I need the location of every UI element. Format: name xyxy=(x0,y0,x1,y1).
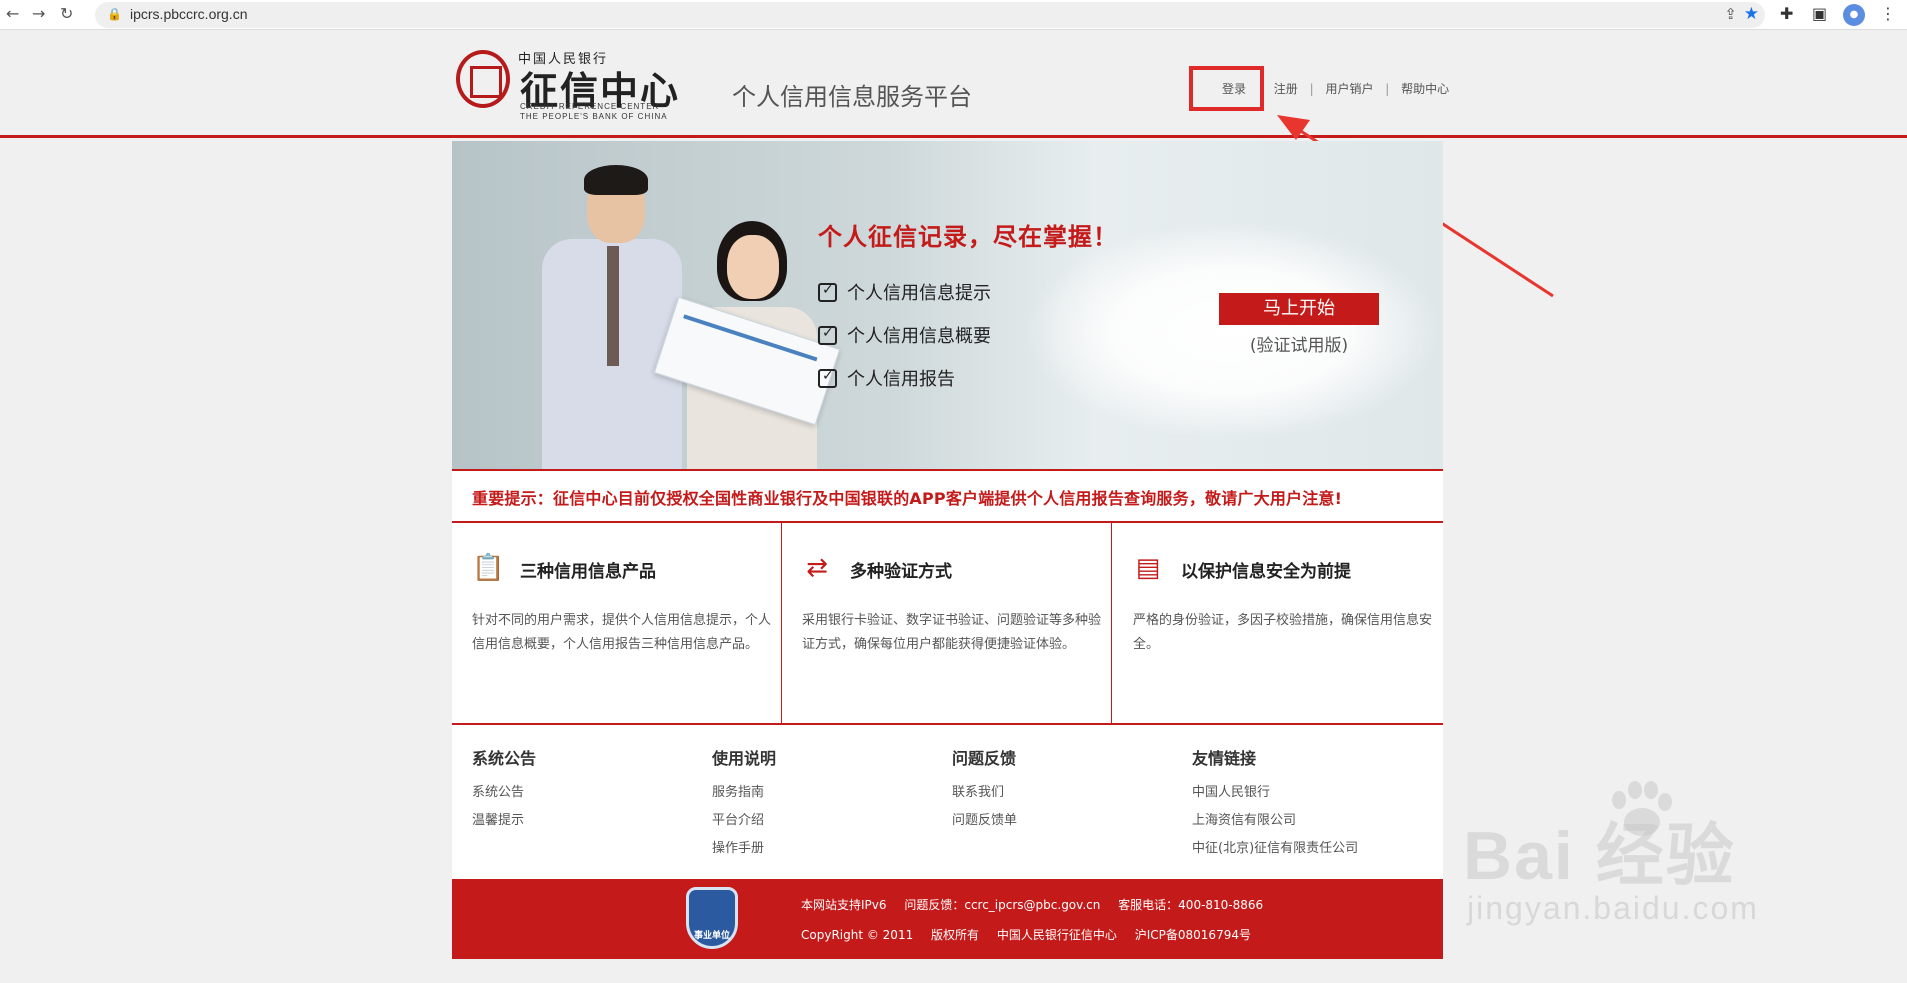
badge-label: 事业单位 xyxy=(693,931,730,941)
links-section-instructions: 使用说明 服务指南 平台介绍 操作手册 xyxy=(712,745,942,863)
link-item[interactable]: 中国人民银行 xyxy=(1192,779,1422,807)
start-now-button[interactable]: 马上开始 xyxy=(1219,293,1379,325)
browser-toolbar: ← → ↻ 🔒 ipcrs.pbccrc.org.cn ⇪ ★ ✚ ▣ ● ⋮ xyxy=(0,0,1907,30)
checkbox-checked-icon xyxy=(818,282,837,302)
hero-banner: 个人征信记录，尽在掌握！ 个人信用信息提示 个人信用信息概要 个人信用报告 马上… xyxy=(452,141,1443,469)
login-highlight-box xyxy=(1189,66,1264,111)
link-item[interactable]: 中征(北京)征信有限责任公司 xyxy=(1192,835,1422,863)
important-notice: 重要提示：征信中心目前仅授权全国性商业银行及中国银联的APP客户端提供个人信用报… xyxy=(452,469,1443,523)
url-text[interactable]: ipcrs.pbccrc.org.cn xyxy=(130,6,247,22)
link-item[interactable]: 联系我们 xyxy=(952,779,1182,807)
link-item[interactable]: 上海资信有限公司 xyxy=(1192,807,1422,835)
links-section-friend-links: 友情链接 中国人民银行 上海资信有限公司 中征(北京)征信有限责任公司 xyxy=(1192,745,1422,863)
site-footer: 事业单位 本网站支持IPv6 问题反馈：ccrc_ipcrs@pbc.gov.c… xyxy=(452,879,1443,959)
feature-column: 📋 三种信用信息产品 针对不同的用户需求，提供个人信用信息提示，个人信用信息概要… xyxy=(452,523,782,723)
share-icon[interactable]: ⇪ xyxy=(1724,5,1737,23)
checkbox-checked-icon xyxy=(818,368,837,388)
feature-column-title: 以保护信息安全为前提 xyxy=(1181,562,1351,582)
watermark-domain: jingyan.baidu.com xyxy=(1467,890,1759,926)
feature-label: 个人信用报告 xyxy=(847,369,955,390)
feature-item: 个人信用报告 xyxy=(818,365,955,391)
credit-center-logo-icon[interactable] xyxy=(456,50,510,108)
clipboard-icon: 📋 xyxy=(472,553,505,583)
links-section-title: 系统公告 xyxy=(472,749,537,768)
links-section-title: 使用说明 xyxy=(712,749,777,768)
profile-avatar[interactable]: ● xyxy=(1843,4,1865,26)
shuffle-icon: ⇄ xyxy=(806,553,828,583)
man-figure xyxy=(532,165,682,469)
watermark-brand: Bai 经验 xyxy=(1463,818,1736,894)
extensions-icon[interactable]: ✚ xyxy=(1780,4,1793,23)
feature-column-desc: 采用银行卡验证、数字证书验证、问题验证等多种验证方式，确保每位用户都能获得便捷验… xyxy=(802,613,1102,652)
feature-item: 个人信用信息提示 xyxy=(818,279,991,305)
logo-english-line2: THE PEOPLE'S BANK OF CHINA xyxy=(520,112,668,121)
help-center-link[interactable]: 帮助中心 xyxy=(1401,80,1449,97)
separator: | xyxy=(1309,82,1314,96)
feature-column-title: 三种信用信息产品 xyxy=(520,562,656,582)
arrow-right-icon[interactable]: → xyxy=(32,4,45,23)
separator: | xyxy=(1385,82,1390,96)
trial-version-note: (验证试用版) xyxy=(1249,336,1349,356)
links-section-title: 问题反馈 xyxy=(952,749,1017,768)
links-section-title: 友情链接 xyxy=(1192,749,1257,768)
feature-label: 个人信用信息概要 xyxy=(847,326,991,347)
ipv6-text: 本网站支持IPv6 xyxy=(801,898,887,912)
hotline-text: 客服电话：400-810-8866 xyxy=(1118,898,1264,912)
link-item[interactable]: 问题反馈单 xyxy=(952,807,1182,835)
feedback-email: 问题反馈：ccrc_ipcrs@pbc.gov.cn xyxy=(904,898,1101,912)
platform-title: 个人信用信息服务平台 xyxy=(732,83,972,111)
link-item[interactable]: 系统公告 xyxy=(472,779,702,807)
feature-column-desc: 针对不同的用户需求，提供个人信用信息提示，个人信用信息概要，个人信用报告三种信用… xyxy=(472,613,772,652)
address-bar[interactable]: 🔒 ipcrs.pbccrc.org.cn ⇪ ★ xyxy=(95,2,1765,28)
feature-label: 个人信用信息提示 xyxy=(847,283,991,304)
cancel-account-link[interactable]: 用户销户 xyxy=(1325,80,1373,97)
feature-column-desc: 严格的身份验证，多因子校验措施，确保信用信息安全。 xyxy=(1133,613,1433,652)
feature-column-title: 多种验证方式 xyxy=(850,562,952,582)
link-item[interactable]: 操作手册 xyxy=(712,835,942,863)
arrow-left-icon[interactable]: ← xyxy=(6,4,19,23)
feature-item: 个人信用信息概要 xyxy=(818,322,991,348)
people-photo xyxy=(512,151,841,469)
link-item[interactable]: 温馨提示 xyxy=(472,807,702,835)
site-header: 中国人民银行 征信中心 CREDIT REFERENCE CENTER THE … xyxy=(0,30,1907,138)
links-section-announcements: 系统公告 系统公告 温馨提示 xyxy=(472,745,702,835)
footer-info-line: 本网站支持IPv6 问题反馈：ccrc_ipcrs@pbc.gov.cn 客服电… xyxy=(801,896,1277,913)
menu-kebab-icon[interactable]: ⋮ xyxy=(1880,4,1896,23)
public-institution-badge-icon[interactable]: 事业单位 xyxy=(686,887,738,949)
lock-icon[interactable]: 🔒 xyxy=(107,7,122,21)
footer-copyright-line: CopyRight © 2011 版权所有 中国人民银行征信中心 沪ICP备08… xyxy=(801,926,1265,943)
notice-text: 重要提示：征信中心目前仅授权全国性商业银行及中国银联的APP客户端提供个人信用报… xyxy=(472,489,1343,508)
org-text: 中国人民银行征信中心 xyxy=(996,928,1117,942)
feature-column: ⇄ 多种验证方式 采用银行卡验证、数字证书验证、问题验证等多种验证方式，确保每位… xyxy=(782,523,1112,723)
bookmark-star-icon[interactable]: ★ xyxy=(1744,4,1759,24)
rights-text: 版权所有 xyxy=(931,928,980,942)
secure-card-icon: ▤ xyxy=(1135,553,1161,583)
logo-english-line1: CREDIT REFERENCE CENTER xyxy=(520,102,660,111)
side-panel-icon[interactable]: ▣ xyxy=(1812,4,1827,23)
link-item[interactable]: 服务指南 xyxy=(712,779,942,807)
footer-links: 系统公告 系统公告 温馨提示 使用说明 服务指南 平台介绍 操作手册 问题反馈 … xyxy=(452,725,1443,863)
register-link[interactable]: 注册 xyxy=(1274,80,1298,97)
feature-column: ▤ 以保护信息安全为前提 严格的身份验证，多因子校验措施，确保信用信息安全。 xyxy=(1113,523,1443,723)
reload-icon[interactable]: ↻ xyxy=(60,4,73,23)
banner-headline: 个人征信记录，尽在掌握！ xyxy=(818,223,1118,251)
link-item[interactable]: 平台介绍 xyxy=(712,807,942,835)
feature-columns: 📋 三种信用信息产品 针对不同的用户需求，提供个人信用信息提示，个人信用信息概要… xyxy=(452,523,1443,723)
links-section-feedback: 问题反馈 联系我们 问题反馈单 xyxy=(952,745,1182,835)
icp-link[interactable]: 沪ICP备08016794号 xyxy=(1135,928,1251,942)
checkbox-checked-icon xyxy=(818,325,837,345)
main-content: 个人征信记录，尽在掌握！ 个人信用信息提示 个人信用信息概要 个人信用报告 马上… xyxy=(452,141,1443,959)
copyright-text: CopyRight © 2011 xyxy=(801,928,914,942)
